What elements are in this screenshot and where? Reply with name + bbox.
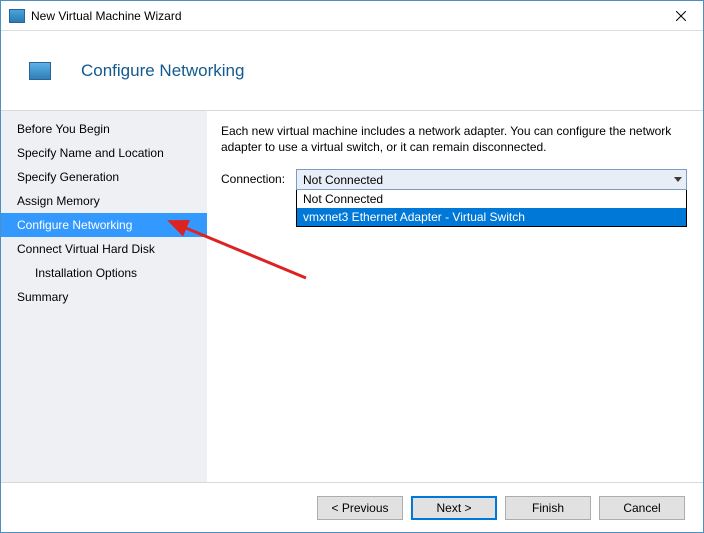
description-text: Each new virtual machine includes a netw… [221, 123, 687, 155]
body: Before You Begin Specify Name and Locati… [1, 111, 703, 482]
connection-control: Not Connected Not Connected vmxnet3 Ethe… [296, 169, 687, 227]
connection-option-not-connected[interactable]: Not Connected [297, 190, 686, 208]
wizard-steps: Before You Begin Specify Name and Locati… [1, 111, 207, 482]
finish-button[interactable]: Finish [505, 496, 591, 520]
step-configure-networking[interactable]: Configure Networking [1, 213, 207, 237]
titlebar: New Virtual Machine Wizard [1, 1, 703, 31]
step-installation-options[interactable]: Installation Options [1, 261, 207, 285]
connection-row: Connection: Not Connected Not Connected … [221, 169, 687, 227]
connection-option-vmxnet3[interactable]: vmxnet3 Ethernet Adapter - Virtual Switc… [297, 208, 686, 226]
connection-dropdown[interactable]: Not Connected [296, 169, 687, 190]
step-assign-memory[interactable]: Assign Memory [1, 189, 207, 213]
connection-selected-value: Not Connected [303, 173, 383, 187]
close-icon [676, 11, 686, 21]
window-title: New Virtual Machine Wizard [31, 9, 658, 23]
next-button[interactable]: Next > [411, 496, 497, 520]
step-connect-vhd[interactable]: Connect Virtual Hard Disk [1, 237, 207, 261]
connection-dropdown-list: Not Connected vmxnet3 Ethernet Adapter -… [296, 190, 687, 227]
app-icon [9, 9, 25, 23]
footer: < Previous Next > Finish Cancel [1, 482, 703, 532]
step-specify-generation[interactable]: Specify Generation [1, 165, 207, 189]
step-specify-name-location[interactable]: Specify Name and Location [1, 141, 207, 165]
step-summary[interactable]: Summary [1, 285, 207, 309]
connection-label: Connection: [221, 169, 296, 186]
chevron-down-icon [674, 177, 682, 182]
cancel-button[interactable]: Cancel [599, 496, 685, 520]
main-pane: Each new virtual machine includes a netw… [207, 111, 703, 482]
previous-button[interactable]: < Previous [317, 496, 403, 520]
close-button[interactable] [658, 1, 703, 30]
header-icon [29, 62, 51, 80]
page-header: Configure Networking [1, 31, 703, 111]
wizard-window: New Virtual Machine Wizard Configure Net… [0, 0, 704, 533]
page-title: Configure Networking [81, 61, 244, 81]
step-before-you-begin[interactable]: Before You Begin [1, 117, 207, 141]
